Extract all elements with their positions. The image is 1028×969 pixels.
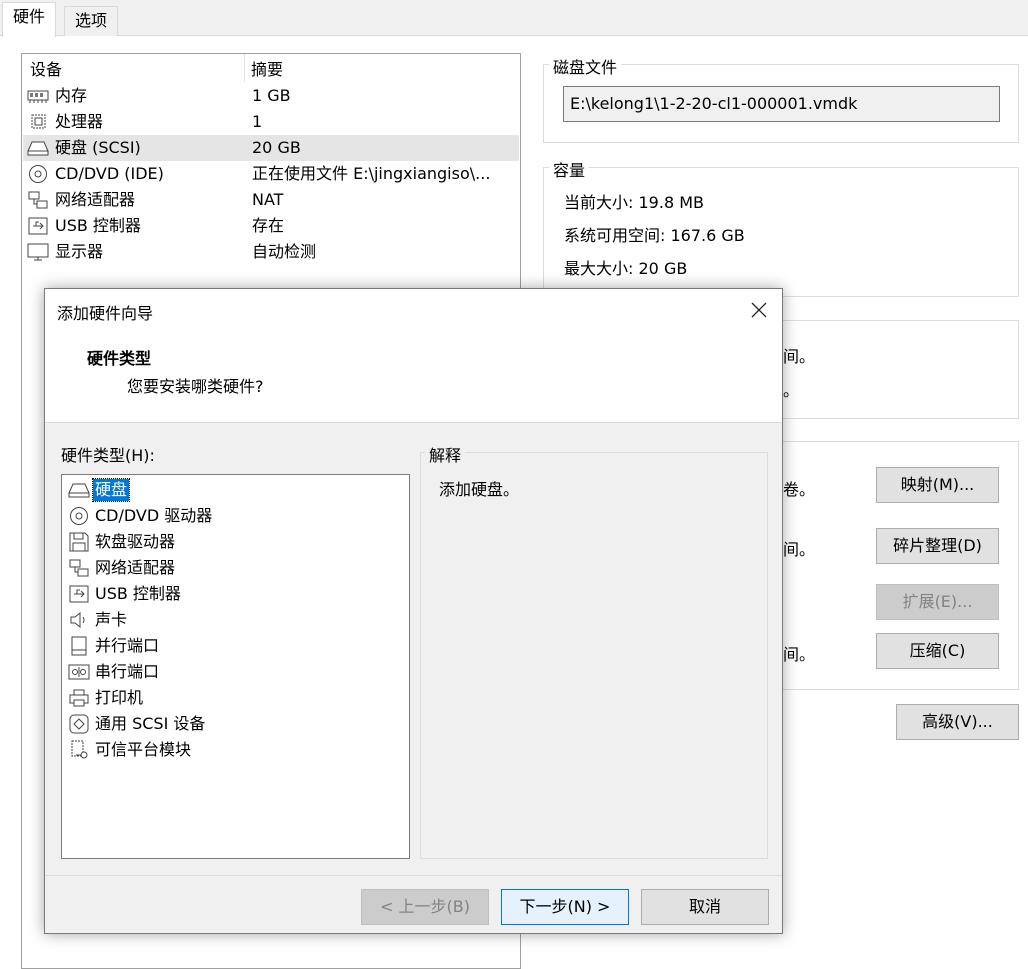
device-summary: 自动检测 xyxy=(252,242,317,261)
device-row-display[interactable]: 显示器 自动检测 xyxy=(23,239,519,265)
explanation-legend: 解释 xyxy=(425,442,466,466)
network-adapter-icon xyxy=(27,190,49,210)
usb-controller-icon xyxy=(68,584,90,604)
device-name: 处理器 xyxy=(55,112,104,131)
device-summary: 存在 xyxy=(252,216,285,235)
hardware-type-label: CD/DVD 驱动器 xyxy=(95,506,213,525)
scsi-device-icon xyxy=(68,714,90,734)
next-button[interactable]: 下一步(N) > xyxy=(501,889,629,925)
current-size-value: 19.8 MB xyxy=(638,193,705,212)
partial-text: 间。 xyxy=(783,645,816,664)
hardware-type-label: 硬件类型(H): xyxy=(61,446,155,465)
max-size-value: 20 GB xyxy=(638,259,688,278)
wizard-header: 硬件类型 您要安装哪类硬件? xyxy=(45,333,782,423)
hard-disk-icon xyxy=(68,480,90,500)
device-name: 显示器 xyxy=(55,242,104,261)
partial-text: 。 xyxy=(783,381,800,400)
advanced-button[interactable]: 高级(V)... xyxy=(896,704,1019,740)
free-space: 系统可用空间: 167.6 GB xyxy=(564,222,745,246)
hardware-type-label: 通用 SCSI 设备 xyxy=(95,714,206,733)
free-space-value: 167.6 GB xyxy=(670,226,745,245)
usb-controller-icon xyxy=(27,216,49,236)
memory-icon xyxy=(27,86,49,106)
floppy-icon xyxy=(68,532,90,552)
dialog-title: 添加硬件向导 xyxy=(57,304,154,323)
column-separator xyxy=(244,54,245,82)
dialog-title-bar xyxy=(45,289,782,333)
device-name: 网络适配器 xyxy=(55,190,136,209)
wizard-step-title: 硬件类型 xyxy=(87,349,152,368)
hardware-type-label: 可信平台模块 xyxy=(95,740,192,759)
capacity-legend: 容量 xyxy=(549,157,590,181)
tpm-icon xyxy=(68,740,90,760)
network-adapter-icon xyxy=(68,558,90,578)
back-button[interactable]: < 上一步(B) xyxy=(361,889,489,925)
hardware-type-label: 软盘驱动器 xyxy=(95,532,176,551)
device-summary: 20 GB xyxy=(252,138,301,157)
device-summary: 正在使用文件 E:\jingxiangiso\... xyxy=(252,164,491,183)
device-summary: 1 GB xyxy=(252,86,291,105)
tab-strip xyxy=(0,0,1028,36)
explanation-group xyxy=(420,452,768,859)
cd-dvd-icon xyxy=(27,164,49,184)
hardware-type-label: 声卡 xyxy=(95,610,128,629)
printer-icon xyxy=(68,688,90,708)
device-row-cd-dvd[interactable]: CD/DVD (IDE) 正在使用文件 E:\jingxiangiso\... xyxy=(23,161,519,187)
device-row-memory[interactable]: 内存 1 GB xyxy=(23,83,519,109)
device-summary: NAT xyxy=(252,190,284,209)
hardware-type-label: USB 控制器 xyxy=(95,584,181,603)
add-hardware-wizard-dialog: 添加硬件向导 硬件类型 您要安装哪类硬件? 硬件类型(H): 硬盘 CD/DVD… xyxy=(44,288,783,934)
device-row-hard-disk[interactable]: 硬盘 (SCSI) 20 GB xyxy=(23,135,519,161)
explanation-text: 添加硬盘。 xyxy=(439,480,520,499)
device-name: USB 控制器 xyxy=(55,216,141,235)
free-space-label: 系统可用空间: xyxy=(564,226,666,245)
disk-file-path-field[interactable]: E:\kelong1\1-2-20-cl1-000001.vmdk xyxy=(563,86,1000,122)
column-header-device[interactable]: 设备 xyxy=(30,56,62,80)
parallel-port-icon xyxy=(68,636,90,656)
hardware-type-label: 打印机 xyxy=(95,688,144,707)
device-name: 硬盘 (SCSI) xyxy=(55,138,141,157)
hard-disk-icon xyxy=(27,138,49,158)
serial-port-icon xyxy=(68,662,90,682)
device-row-processor[interactable]: 处理器 1 xyxy=(23,109,519,135)
cancel-button[interactable]: 取消 xyxy=(641,889,769,925)
map-button[interactable]: 映射(M)... xyxy=(876,467,999,503)
processor-icon xyxy=(27,112,49,132)
hardware-type-label: 并行端口 xyxy=(95,636,160,655)
compact-button[interactable]: 压缩(C) xyxy=(876,633,999,669)
current-size-label: 当前大小: xyxy=(564,193,634,212)
partial-text: 卷。 xyxy=(783,480,816,499)
device-row-network-adapter[interactable]: 网络适配器 NAT xyxy=(23,187,519,213)
hardware-type-label: 串行端口 xyxy=(95,662,160,681)
disk-file-legend: 磁盘文件 xyxy=(549,54,622,78)
hardware-type-label: 网络适配器 xyxy=(95,558,176,577)
partial-text: 间。 xyxy=(783,347,816,366)
partial-text: 间。 xyxy=(783,540,816,559)
close-icon xyxy=(745,295,773,325)
expand-button[interactable]: 扩展(E)... xyxy=(876,584,999,620)
wizard-step-subtitle: 您要安装哪类硬件? xyxy=(127,377,264,396)
close-button[interactable] xyxy=(745,295,773,325)
tab-hardware[interactable]: 硬件 xyxy=(2,2,57,37)
tab-options[interactable]: 选项 xyxy=(64,6,119,36)
device-summary: 1 xyxy=(252,112,263,131)
hardware-type-list[interactable]: 硬盘 CD/DVD 驱动器 软盘驱动器 网络适配器 USB 控制器 声卡 并行端… xyxy=(61,474,410,859)
max-size: 最大大小: 20 GB xyxy=(564,255,687,279)
max-size-label: 最大大小: xyxy=(564,259,634,278)
display-icon xyxy=(27,242,49,262)
column-header-summary[interactable]: 摘要 xyxy=(251,56,283,80)
defrag-button[interactable]: 碎片整理(D) xyxy=(876,528,999,564)
device-row-usb-controller[interactable]: USB 控制器 存在 xyxy=(23,213,519,239)
sound-card-icon xyxy=(68,610,90,630)
device-name: 内存 xyxy=(55,86,88,105)
cd-dvd-icon xyxy=(68,506,90,526)
current-size: 当前大小: 19.8 MB xyxy=(564,189,704,213)
device-name: CD/DVD (IDE) xyxy=(55,164,164,183)
hardware-type-label: 硬盘 xyxy=(91,478,131,502)
